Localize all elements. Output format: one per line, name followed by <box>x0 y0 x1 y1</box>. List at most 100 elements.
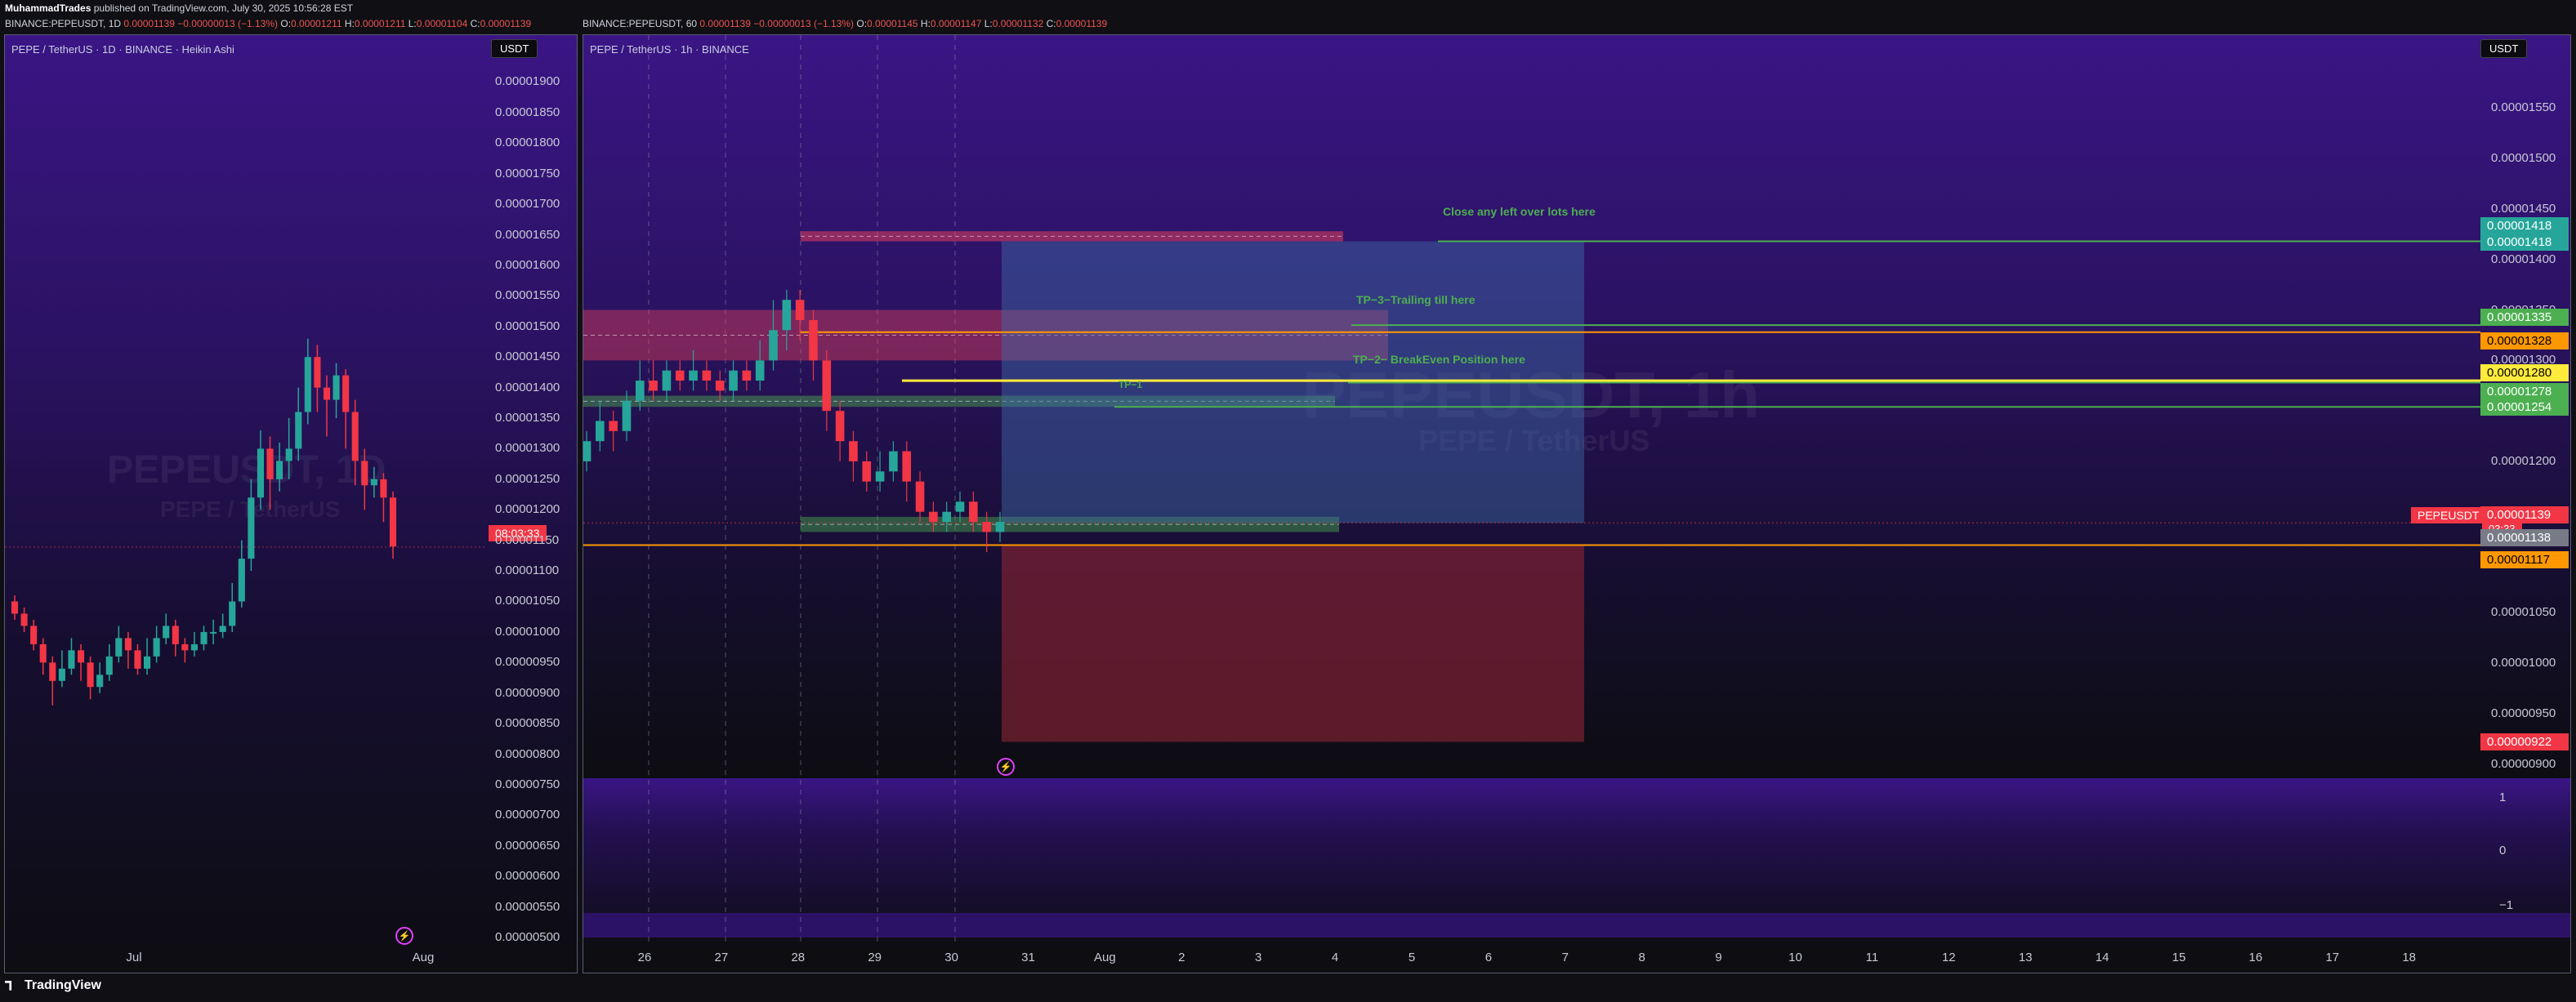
right-candle-body <box>875 471 885 482</box>
left-x-tick: Jul <box>126 951 142 964</box>
left-candle-body <box>39 644 47 663</box>
left-candle-body <box>380 479 387 498</box>
left-y-tick: 0.00001250 <box>495 471 560 486</box>
right-y-tick: 0.00001400 <box>2491 252 2556 266</box>
left-candle-body <box>257 448 265 498</box>
left-y-tick: 0.00000650 <box>495 838 560 853</box>
right-candle-body <box>715 381 725 391</box>
lower-pane-tick: 0 <box>2499 844 2507 857</box>
left-closeval: 0.00001139 <box>480 18 532 29</box>
right-x-tick: 26 <box>637 951 652 964</box>
tradingview-logo[interactable]: TradingView <box>5 978 101 993</box>
right-x-tick: 10 <box>1788 951 1802 964</box>
left-chart-panel[interactable]: PEPE / TetherUS · 1D · BINANCE · Heikin … <box>4 34 578 973</box>
right-symbol: BINANCE:PEPEUSDT, 60 <box>583 18 698 29</box>
right-x-tick: 18 <box>2402 951 2417 964</box>
footer-brand: TradingView <box>25 978 101 992</box>
right-candle-body <box>729 370 738 391</box>
right-x-tick: 30 <box>944 951 958 964</box>
right-y-tick: 0.00001550 <box>2491 100 2556 115</box>
left-candle-body <box>30 626 38 644</box>
symbol-tag: PEPEUSDT <box>2411 507 2486 523</box>
left-candle-body <box>124 638 132 651</box>
price-tag: 0.00001117 <box>2480 551 2569 569</box>
right-x-tick: 15 <box>2172 951 2186 964</box>
right-x-tick: 12 <box>1941 951 1956 964</box>
left-y-tick: 0.00001200 <box>495 502 560 517</box>
right-candle-body <box>755 360 765 381</box>
right-candle-body <box>889 451 898 472</box>
right-candle-body <box>902 451 912 482</box>
lower-pane-tick: −1 <box>2499 898 2514 912</box>
right-candle-body <box>835 411 845 442</box>
right-candle-body <box>995 522 1005 532</box>
tp1-label[interactable]: TP−1 <box>1118 379 1142 390</box>
left-y-tick: 0.00001350 <box>495 411 560 425</box>
close-lots-label[interactable]: Close any left over lots here <box>1443 205 1596 218</box>
right-candle-body <box>982 522 991 532</box>
left-candle-body <box>248 497 255 559</box>
left-y-tick: 0.00001550 <box>495 288 560 303</box>
left-candle-body <box>304 357 311 412</box>
right-y-tick: 0.00001500 <box>2491 151 2556 166</box>
right-candle-body <box>689 370 698 381</box>
left-y-tick: 0.00000950 <box>495 655 560 670</box>
right-x-tick: 13 <box>2018 951 2033 964</box>
right-y-tick: 0.00001000 <box>2491 656 2556 670</box>
right-x-tick: 31 <box>1021 951 1035 964</box>
left-candle-body <box>190 644 198 651</box>
left-y-tick: 0.00001400 <box>495 380 560 394</box>
left-candle-body <box>134 650 141 669</box>
left-y-tick: 0.00001300 <box>495 441 560 456</box>
left-candle-body <box>285 448 292 461</box>
right-unit-selector[interactable]: USDT <box>2480 39 2528 58</box>
right-high: 0.00001147 <box>930 18 982 29</box>
left-candle-body <box>153 638 160 657</box>
left-flash-icon[interactable]: ⚡ <box>395 927 413 945</box>
price-tag: 0.00001139 <box>2480 506 2569 524</box>
left-candle-body <box>68 650 75 669</box>
left-high: 0.00001211 <box>354 18 406 29</box>
right-candle-body <box>929 511 938 523</box>
tp2-label[interactable]: TP−2− BreakEven Position here <box>1353 353 1525 366</box>
right-ohlc-line: BINANCE:PEPEUSDT, 60 0.00001139 −0.00000… <box>583 18 1108 29</box>
right-chart-panel[interactable]: PEPEUSDT, 1h PEPE / TetherUS PEPE / Teth… <box>583 34 2571 973</box>
right-open: 0.00001145 <box>867 18 918 29</box>
right-chart-svg <box>583 35 2480 942</box>
left-candle-body <box>172 626 179 644</box>
right-candle-body <box>955 501 965 512</box>
right-candle-body <box>942 511 952 523</box>
left-candle-body <box>181 644 189 651</box>
right-x-tick: 2 <box>1178 951 1185 964</box>
right-candle-body <box>583 441 592 461</box>
left-y-tick: 0.00000500 <box>495 930 560 945</box>
price-tag: 0.00001335 <box>2480 309 2569 327</box>
left-y-tick: 0.00001000 <box>495 624 560 639</box>
left-candle-body <box>96 675 104 688</box>
right-candle-body <box>862 461 872 482</box>
left-candle-body <box>361 461 368 486</box>
right-flash-icon[interactable]: ⚡ <box>997 758 1015 776</box>
right-x-tick: 11 <box>1865 951 1879 964</box>
left-y-tick: 0.00001700 <box>495 197 560 212</box>
left-y-tick: 0.00000700 <box>495 808 560 822</box>
left-open: 0.00001211 <box>291 18 342 29</box>
right-x-tick: 28 <box>791 951 806 964</box>
left-candle-body <box>229 601 236 626</box>
right-candle-body <box>596 421 605 442</box>
left-candle-body <box>20 613 28 626</box>
price-tag: 0.00001418 <box>2480 216 2569 234</box>
right-x-tick: 14 <box>2095 951 2109 964</box>
price-tag: 0.00000922 <box>2480 733 2569 751</box>
left-y-tick: 0.00001050 <box>495 594 560 608</box>
left-candle-body <box>351 412 359 461</box>
left-y-tick: 0.00000850 <box>495 716 560 731</box>
price-tag: 0.00001418 <box>2480 233 2569 251</box>
right-x-tick: 3 <box>1255 951 1262 964</box>
left-y-tick: 0.00001750 <box>495 166 560 180</box>
right-y-tick: 0.00000900 <box>2491 756 2556 771</box>
right-y-tick: 0.00000950 <box>2491 706 2556 720</box>
left-candle-body <box>295 412 302 449</box>
left-y-tick: 0.00000600 <box>495 869 560 884</box>
tp3-label[interactable]: TP−3−Trailing till here <box>1356 293 1476 306</box>
